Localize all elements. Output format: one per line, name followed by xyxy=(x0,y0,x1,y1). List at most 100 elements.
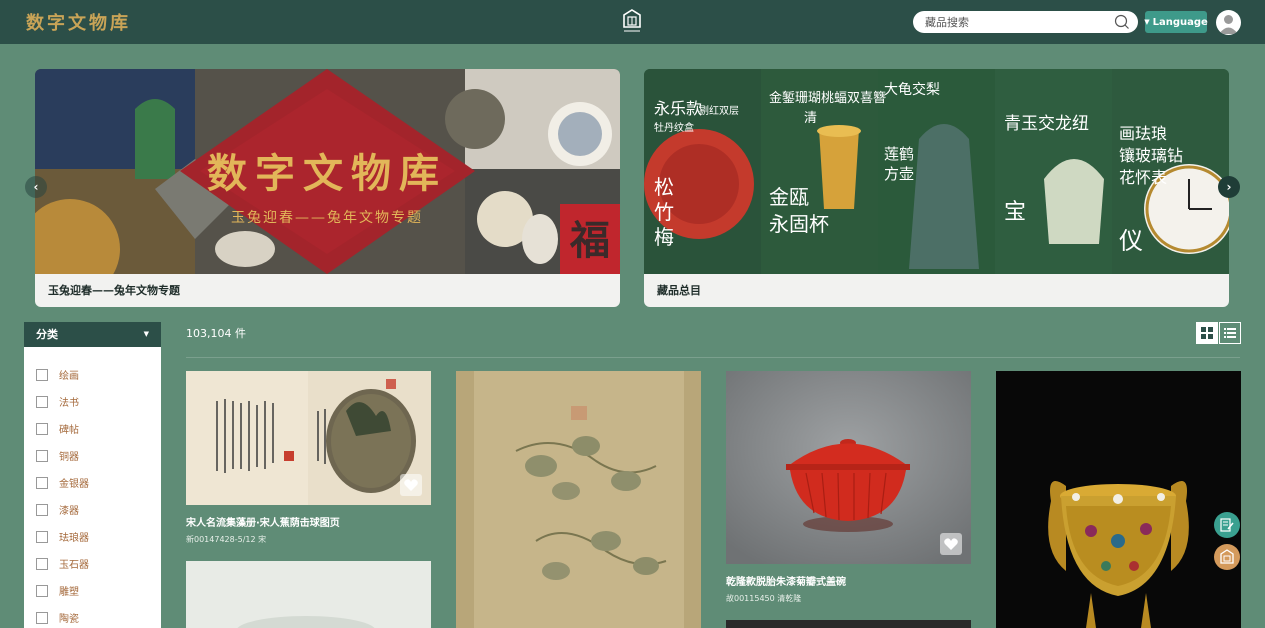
caret-down-icon: ▼ xyxy=(1144,18,1150,26)
site-logo[interactable]: 数字文物库 xyxy=(26,9,131,35)
category-checkbox[interactable] xyxy=(36,449,48,462)
category-label: 碑帖 xyxy=(59,425,79,436)
category-label: 绘画 xyxy=(59,371,79,382)
category-label: 法书 xyxy=(59,398,79,409)
museum-emblem-icon[interactable] xyxy=(620,9,644,35)
result-count: 103,104 件 xyxy=(186,327,246,340)
chevron-right-icon: › xyxy=(1226,180,1232,194)
category-item[interactable]: 法书 xyxy=(24,388,161,415)
collection-search-box[interactable] xyxy=(913,11,1138,33)
banner-art-text: 大龟交梨 xyxy=(884,81,940,98)
carousel-prev-button[interactable]: ‹ xyxy=(25,176,47,198)
grid-view-icon xyxy=(1201,327,1213,339)
search-input[interactable] xyxy=(925,14,1105,30)
banner-art-text: 永固杯 xyxy=(769,212,829,236)
featured-banner-rabbit-year[interactable]: 数字文物库 玉兔迎春——兔年文物专题 福 玉兔迎春——兔年文物专题 xyxy=(35,69,620,307)
category-filter-panel: 分类 ▼ 绘画 法书 碑帖 铜器 金银器 漆器 珐琅器 玉石器 雕塑 陶瓷 xyxy=(24,322,161,628)
banner-art-text: 方壶 xyxy=(884,165,914,183)
banner-artwork: 数字文物库 玉兔迎春——兔年文物专题 福 xyxy=(35,69,620,274)
category-checkbox[interactable] xyxy=(36,557,48,570)
category-label: 玉石器 xyxy=(59,560,89,571)
banner-art-text: 梅 xyxy=(654,225,674,249)
artifact-card-image[interactable] xyxy=(186,371,431,505)
category-label: 陶瓷 xyxy=(59,614,79,625)
category-item[interactable]: 碑帖 xyxy=(24,415,161,442)
heart-icon xyxy=(404,479,418,491)
banner-art-text: 宝 xyxy=(1004,200,1026,225)
user-avatar-icon[interactable] xyxy=(1216,10,1241,35)
banner-art-text: 青玉交龙纽 xyxy=(1004,114,1089,134)
favorite-button[interactable] xyxy=(940,533,962,555)
category-label: 铜器 xyxy=(59,452,79,463)
artifact-card-image[interactable] xyxy=(726,620,971,628)
banner-art-seal: 福 xyxy=(569,217,610,264)
banner-caption: 藏品总目 xyxy=(644,274,1229,307)
banner-art-text: 清 xyxy=(804,111,817,126)
category-checkbox[interactable] xyxy=(36,584,48,597)
category-label: 漆器 xyxy=(59,506,79,517)
category-checkbox[interactable] xyxy=(36,368,48,381)
banner-art-subtitle: 玉兔迎春——兔年文物专题 xyxy=(231,210,423,226)
museum-icon xyxy=(1220,549,1234,564)
banner-art-text: 金瓯 xyxy=(769,185,809,209)
heart-icon xyxy=(944,538,958,550)
category-item[interactable]: 陶瓷 xyxy=(24,604,161,628)
category-filter-title: 分类 xyxy=(36,328,58,341)
list-view-icon xyxy=(1224,328,1236,338)
banner-art-text: 剔红双层 xyxy=(699,104,739,117)
category-item[interactable]: 雕塑 xyxy=(24,577,161,604)
banner-artwork: 永乐款 剔红双层 牡丹纹盒 松 竹 梅 金錾珊瑚桃蝠双喜簪 清 金瓯 永固杯 大… xyxy=(644,69,1229,274)
category-item[interactable]: 金银器 xyxy=(24,469,161,496)
artifact-card-image[interactable] xyxy=(186,561,431,628)
category-checkbox[interactable] xyxy=(36,503,48,516)
feedback-button[interactable] xyxy=(1214,512,1240,538)
grid-view-button[interactable] xyxy=(1196,322,1218,344)
banner-art-text: 莲鹤 xyxy=(884,145,914,163)
search-icon[interactable] xyxy=(1114,14,1130,30)
category-checkbox[interactable] xyxy=(36,395,48,408)
chevron-left-icon: ‹ xyxy=(33,180,39,194)
artifact-card-image[interactable] xyxy=(726,371,971,564)
featured-banner-collection-catalog[interactable]: 永乐款 剔红双层 牡丹纹盒 松 竹 梅 金錾珊瑚桃蝠双喜簪 清 金瓯 永固杯 大… xyxy=(644,69,1229,307)
language-label: Language xyxy=(1152,16,1208,28)
museum-home-button[interactable] xyxy=(1214,544,1240,570)
artifact-card-image[interactable] xyxy=(456,371,701,628)
category-checkbox[interactable] xyxy=(36,611,48,624)
banner-art-text: 花怀表 xyxy=(1119,168,1167,187)
top-navigation-bar: 数字文物库 ▼ Language xyxy=(0,0,1265,44)
category-item[interactable]: 珐琅器 xyxy=(24,523,161,550)
banner-art-text: 松 xyxy=(654,175,674,199)
category-item[interactable]: 铜器 xyxy=(24,442,161,469)
category-list: 绘画 法书 碑帖 铜器 金银器 漆器 珐琅器 玉石器 雕塑 陶瓷 xyxy=(24,347,161,628)
banner-art-text: 镶玻璃钻 xyxy=(1119,146,1183,165)
category-filter-header[interactable]: 分类 ▼ xyxy=(24,322,161,347)
artifact-title[interactable]: 乾隆款脱胎朱漆菊瓣式盖碗 xyxy=(726,573,846,588)
category-item[interactable]: 漆器 xyxy=(24,496,161,523)
artifact-meta: 故00115450 清乾隆 xyxy=(726,594,802,603)
favorite-button[interactable] xyxy=(400,474,422,496)
list-view-button[interactable] xyxy=(1219,322,1241,344)
category-checkbox[interactable] xyxy=(36,530,48,543)
category-label: 雕塑 xyxy=(59,587,79,598)
banner-art-text: 仪 xyxy=(1119,227,1143,255)
edit-note-icon xyxy=(1220,518,1234,532)
banner-art-text: 画珐琅 xyxy=(1119,124,1167,143)
view-toggle xyxy=(1196,322,1241,344)
category-label: 金银器 xyxy=(59,479,89,490)
artifact-meta: 新00147428-5/12 宋 xyxy=(186,535,267,544)
category-item[interactable]: 玉石器 xyxy=(24,550,161,577)
category-checkbox[interactable] xyxy=(36,476,48,489)
banner-art-text: 牡丹纹盒 xyxy=(654,121,694,134)
language-dropdown-button[interactable]: ▼ Language xyxy=(1144,11,1208,33)
banner-art-title: 数字文物库 xyxy=(207,150,447,197)
artifact-card-image[interactable] xyxy=(996,371,1241,628)
artifact-title[interactable]: 宋人名流集藻册·宋人蕉荫击球图页 xyxy=(186,514,340,529)
category-item[interactable]: 绘画 xyxy=(24,361,161,388)
carousel-next-button[interactable]: › xyxy=(1218,176,1240,198)
category-label: 珐琅器 xyxy=(59,533,89,544)
banner-art-text: 永乐款 xyxy=(654,99,702,118)
category-checkbox[interactable] xyxy=(36,422,48,435)
banner-art-text: 竹 xyxy=(654,200,674,224)
caret-down-icon: ▼ xyxy=(143,330,149,338)
banner-art-text: 金錾珊瑚桃蝠双喜簪 xyxy=(769,90,886,106)
